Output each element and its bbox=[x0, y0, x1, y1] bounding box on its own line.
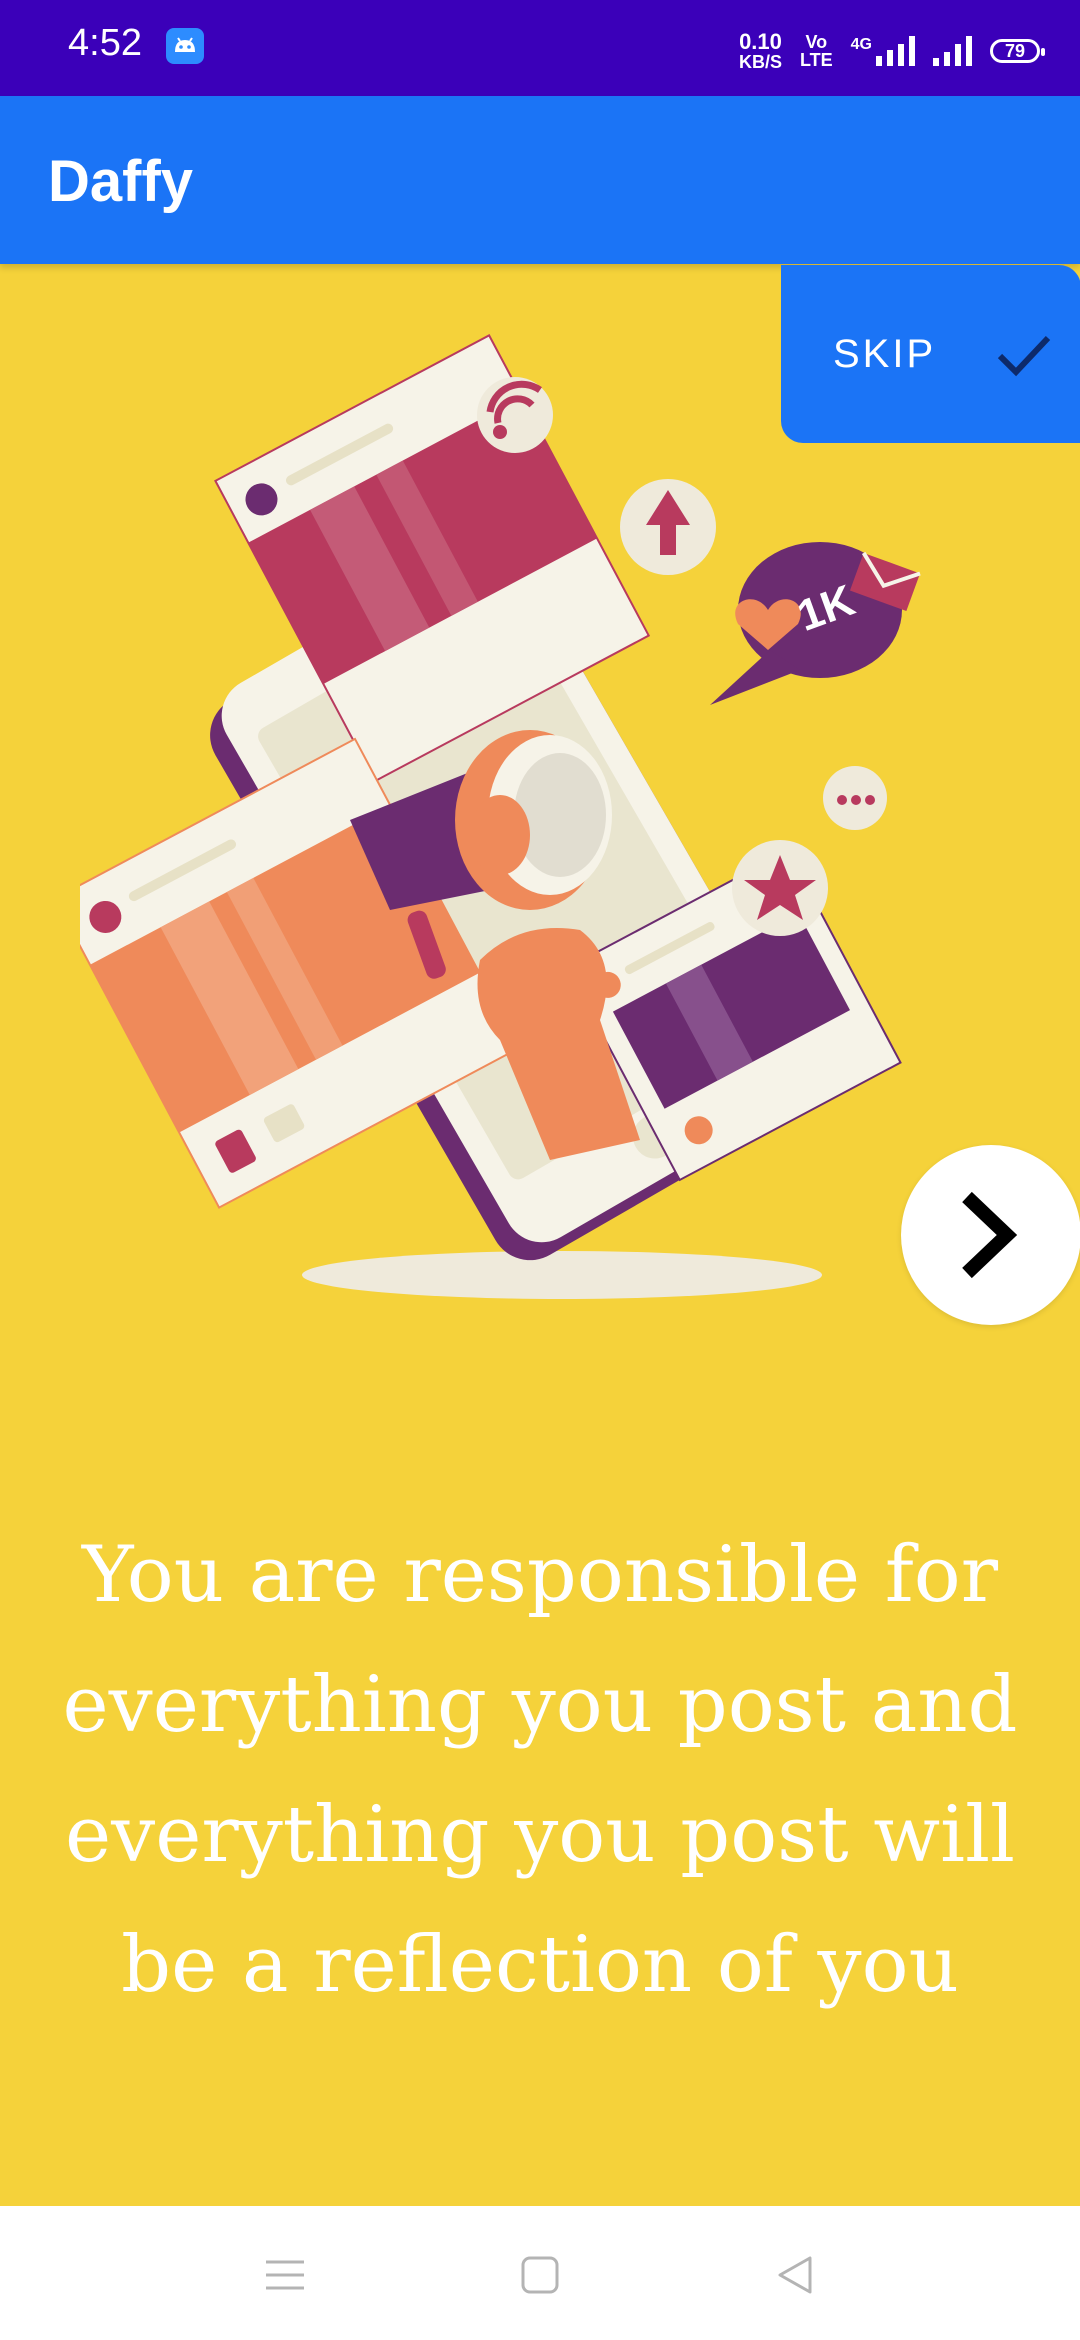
network-speed-value: 0.10 bbox=[739, 29, 782, 54]
network-speed: 0.10 KB/S bbox=[738, 29, 782, 72]
ground-shadow bbox=[302, 1251, 822, 1299]
app-title: Daffy bbox=[48, 149, 194, 214]
volte-top: Vo bbox=[805, 32, 828, 52]
signal-strength-icon bbox=[876, 36, 915, 66]
signal-strength-icon-2 bbox=[933, 36, 972, 66]
check-icon bbox=[998, 335, 1051, 377]
next-button[interactable] bbox=[901, 1145, 1080, 1325]
onboarding-illustration: 1K bbox=[80, 333, 921, 1299]
navigation-bar bbox=[0, 2206, 1080, 2340]
status-time: 4:52 bbox=[68, 22, 142, 64]
volte-indicator: Vo LTE bbox=[800, 33, 833, 69]
signal-1: 4G bbox=[851, 36, 915, 66]
status-indicators: 0.10 KB/S Vo LTE 4G 79 bbox=[738, 28, 1045, 74]
net-type: 4G bbox=[850, 36, 872, 53]
battery-level: 79 bbox=[1004, 40, 1026, 61]
onboarding-quote: You are responsible for everything you p… bbox=[62, 1530, 1018, 2010]
network-speed-unit: KB/S bbox=[738, 52, 782, 72]
menu-icon[interactable] bbox=[260, 2250, 310, 2300]
volte-bottom: LTE bbox=[799, 50, 833, 70]
status-bar: 4:52 0.10 KB/S Vo LTE 4G 79 bbox=[0, 0, 1080, 96]
chevron-right-icon bbox=[962, 1191, 1018, 1279]
back-icon[interactable] bbox=[770, 2250, 820, 2300]
android-icon bbox=[166, 28, 204, 64]
home-icon[interactable] bbox=[515, 2250, 565, 2300]
battery-icon: 79 bbox=[990, 39, 1045, 63]
app-bar: Daffy bbox=[0, 96, 1080, 264]
